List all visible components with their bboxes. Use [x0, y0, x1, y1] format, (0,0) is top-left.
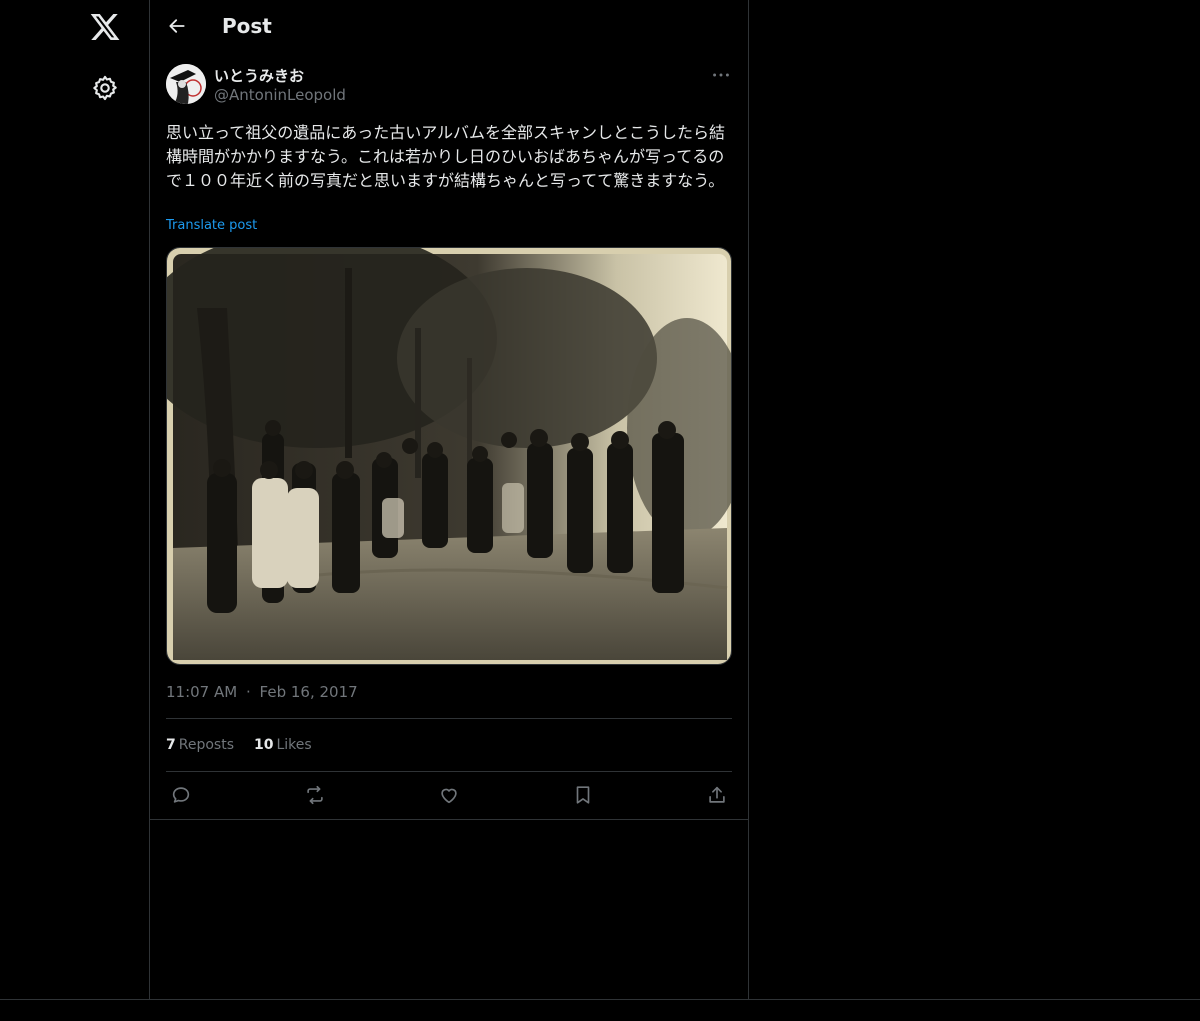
left-sidebar: [0, 0, 150, 1000]
avatar[interactable]: [166, 64, 206, 104]
main-column: Post いとうみきお @AntoninLeopold 思い立って祖父の遺品にあ: [150, 0, 749, 1000]
more-horizontal-icon[interactable]: [710, 64, 732, 86]
reposts-stat[interactable]: 7 Reposts: [166, 737, 234, 753]
bookmark-icon[interactable]: [570, 782, 596, 808]
share-icon[interactable]: [704, 782, 730, 808]
post-header: Post: [150, 0, 748, 54]
reposts-label: Reposts: [178, 737, 234, 753]
post-photo[interactable]: [166, 247, 732, 665]
bottom-border: [0, 999, 1200, 1000]
likes-count: 10: [254, 737, 274, 753]
app-root: Post いとうみきお @AntoninLeopold 思い立って祖父の遺品にあ: [0, 0, 1200, 1021]
timestamp-separator: ·: [245, 683, 251, 701]
author-handle[interactable]: @AntoninLeopold: [214, 86, 346, 104]
likes-stat[interactable]: 10 Likes: [254, 737, 312, 753]
translate-post-link[interactable]: Translate post: [166, 218, 257, 233]
divider: [166, 718, 732, 719]
post-stats: 7 Reposts 10 Likes: [166, 737, 312, 753]
post-time[interactable]: 11:07 AM: [166, 683, 237, 701]
heart-icon[interactable]: [436, 782, 462, 808]
post-text: 思い立って祖父の遺品にあった古いアルバムを全部スキャンしとこうしたら結構時間がか…: [166, 123, 726, 190]
x-logo-icon[interactable]: [89, 11, 121, 43]
author-display-name[interactable]: いとうみきお: [214, 65, 304, 86]
divider: [150, 819, 748, 820]
gear-icon[interactable]: [91, 74, 119, 102]
likes-label: Likes: [276, 737, 312, 753]
post-date[interactable]: Feb 16, 2017: [260, 683, 358, 701]
speech-bubble-icon[interactable]: [168, 782, 194, 808]
page-title: Post: [222, 14, 272, 38]
reposts-count: 7: [166, 737, 176, 753]
arrow-left-icon[interactable]: [164, 13, 190, 39]
divider: [166, 771, 732, 772]
post-actions: [166, 782, 732, 808]
repost-icon[interactable]: [302, 782, 328, 808]
post-timestamp: 11:07 AM · Feb 16, 2017: [166, 683, 358, 701]
